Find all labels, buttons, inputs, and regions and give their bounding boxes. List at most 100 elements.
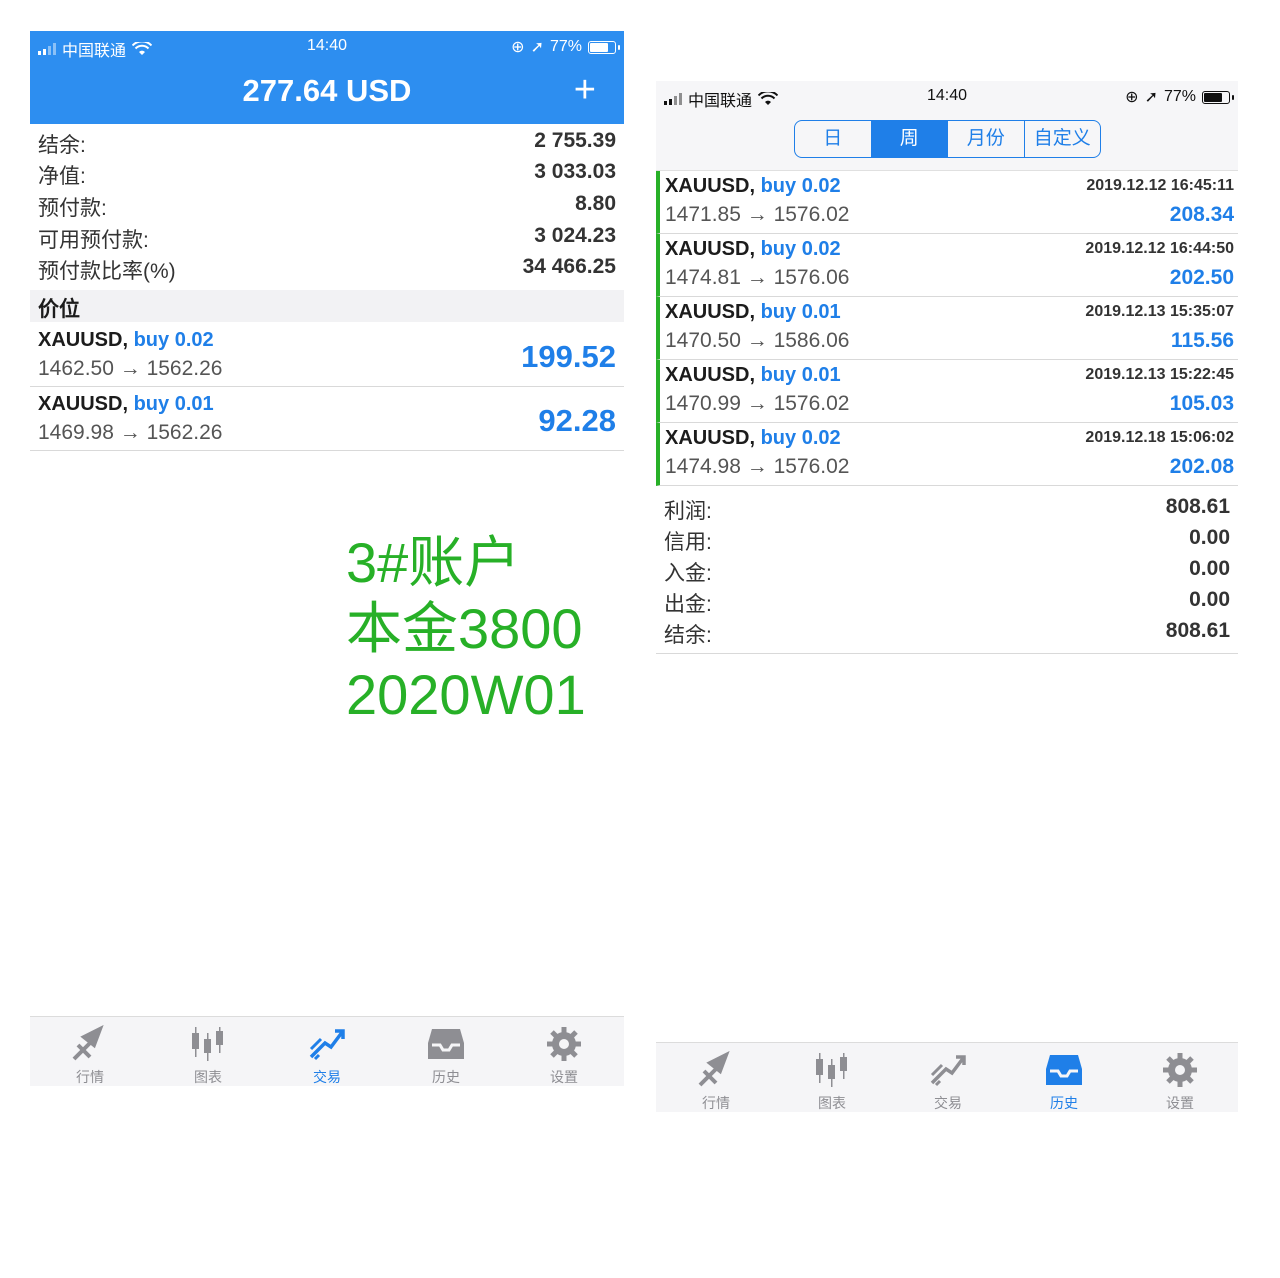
deal-profit: 208.34 xyxy=(1169,203,1234,226)
tab-label: 图表 xyxy=(194,1069,222,1085)
deal-symbol: XAUUSD, xyxy=(665,364,756,386)
segment-month[interactable]: 月份 xyxy=(947,121,1024,157)
tab-history[interactable]: 历史 xyxy=(386,1017,506,1087)
summary-row-deposit: 入金: 0.00 xyxy=(656,555,1238,586)
chart-icon xyxy=(816,1053,847,1087)
tab-label: 行情 xyxy=(76,1069,104,1085)
segment-week[interactable]: 周 xyxy=(870,121,947,157)
tab-label: 历史 xyxy=(1050,1095,1078,1111)
summary-row-profit: 利润: 808.61 xyxy=(656,493,1238,524)
tab-settings[interactable]: 设置 xyxy=(1120,1043,1240,1113)
tab-label: 设置 xyxy=(1166,1095,1194,1111)
account-row-free-margin: 可用预付款: 3 024.23 xyxy=(30,222,624,253)
tab-bar: 行情 图表 交易 历史 设置 xyxy=(30,1016,624,1086)
location-icon: ➚ xyxy=(1144,89,1158,106)
account-row-balance: 结余: 2 755.39 xyxy=(30,127,624,158)
quotes-icon xyxy=(72,1025,104,1061)
summary-divider xyxy=(656,653,1238,654)
tab-history[interactable]: 历史 xyxy=(1004,1043,1124,1113)
summary-label: 结余: xyxy=(664,624,712,647)
tab-bar: 行情 图表 交易 历史 设置 xyxy=(656,1042,1238,1112)
position-symbol-line: XAUUSD, buy 0.01 xyxy=(38,393,214,416)
tab-trade[interactable]: 交易 xyxy=(888,1043,1008,1113)
deal-symbol-line: XAUUSD, buy 0.01 xyxy=(665,301,841,324)
tab-label: 图表 xyxy=(818,1095,846,1111)
deal-time: 2019.12.13 15:22:45 xyxy=(1085,366,1234,383)
account-label: 净值: xyxy=(38,165,86,188)
location-icon: ➚ xyxy=(530,39,544,56)
tab-chart[interactable]: 图表 xyxy=(148,1017,268,1087)
deal-time: 2019.12.12 16:44:50 xyxy=(1085,240,1234,257)
position-side: buy 0.01 xyxy=(133,393,214,415)
deal-prices: 1474.98 → 1576.02 xyxy=(665,455,850,478)
history-header: 中国联通 14:40 ⊕ ➚ 77% 日 周 月份 自定义 xyxy=(656,81,1238,171)
segment-custom[interactable]: 自定义 xyxy=(1023,121,1101,157)
account-value: 2 755.39 xyxy=(534,129,616,152)
deal-side: buy 0.01 xyxy=(760,364,841,386)
summary-label: 信用: xyxy=(664,531,712,554)
period-segmented-control: 日 周 月份 自定义 xyxy=(794,120,1101,158)
account-value: 8.80 xyxy=(575,192,616,215)
tab-chart[interactable]: 图表 xyxy=(772,1043,892,1113)
gear-icon xyxy=(547,1027,581,1061)
battery-percent: 77% xyxy=(1163,88,1196,105)
deal-side: buy 0.01 xyxy=(760,301,841,323)
trade-icon xyxy=(309,1029,345,1061)
positions-section-header: 价位 xyxy=(30,290,624,322)
summary-value: 0.00 xyxy=(1189,588,1230,611)
position-row[interactable]: XAUUSD, buy 0.01 1469.98 → 1562.26 92.28 xyxy=(30,387,624,451)
account-note-line: 本金3800 xyxy=(346,597,583,660)
position-symbol-line: XAUUSD, buy 0.02 xyxy=(38,329,214,352)
summary-label: 入金: xyxy=(664,562,712,585)
deal-row[interactable]: XAUUSD, buy 0.01 1470.99 → 1576.02 2019.… xyxy=(656,360,1238,423)
position-row[interactable]: XAUUSD, buy 0.02 1462.50 → 1562.26 199.5… xyxy=(30,323,624,387)
deal-symbol-line: XAUUSD, buy 0.02 xyxy=(665,175,841,198)
tab-quotes[interactable]: 行情 xyxy=(30,1017,150,1087)
deal-row[interactable]: XAUUSD, buy 0.02 1474.98 → 1576.02 2019.… xyxy=(656,423,1238,486)
account-note: 3#账户 本金3800 2020W01 xyxy=(346,530,586,728)
summary-value: 0.00 xyxy=(1189,526,1230,549)
tab-quotes[interactable]: 行情 xyxy=(656,1043,776,1113)
deal-prices: 1474.81 → 1576.06 xyxy=(665,266,850,289)
summary-row-credit: 信用: 0.00 xyxy=(656,524,1238,555)
deal-prices: 1470.99 → 1576.02 xyxy=(665,392,850,415)
tab-label: 行情 xyxy=(702,1095,730,1111)
tab-settings[interactable]: 设置 xyxy=(504,1017,624,1087)
account-label: 结余: xyxy=(38,134,86,157)
deal-profit: 105.03 xyxy=(1169,392,1234,415)
segment-day[interactable]: 日 xyxy=(795,121,871,157)
gear-icon xyxy=(1163,1053,1197,1087)
account-row-margin-level: 预付款比率(%) 34 466.25 xyxy=(30,253,624,284)
orientation-lock-icon: ⊕ xyxy=(1125,89,1139,106)
summary-row-balance: 结余: 808.61 xyxy=(656,617,1238,648)
history-icon xyxy=(428,1029,464,1059)
tab-trade[interactable]: 交易 xyxy=(267,1017,387,1087)
deal-time: 2019.12.13 15:35:07 xyxy=(1085,303,1234,320)
status-bar: 中国联通 14:40 ⊕ ➚ 77% xyxy=(656,81,1238,111)
account-label: 可用预付款: xyxy=(38,229,149,252)
tab-label: 历史 xyxy=(432,1069,460,1085)
deal-row[interactable]: XAUUSD, buy 0.02 1471.85 → 1576.02 2019.… xyxy=(656,171,1238,234)
account-value: 3 033.03 xyxy=(534,160,616,183)
orientation-lock-icon: ⊕ xyxy=(511,39,525,56)
new-order-button[interactable]: + xyxy=(574,71,596,109)
deal-profit: 202.50 xyxy=(1169,266,1234,289)
deal-profit: 115.56 xyxy=(1170,329,1234,352)
trade-header: 中国联通 14:40 ⊕ ➚ 77% 277.64 USD + xyxy=(30,31,624,124)
account-label: 预付款: xyxy=(38,197,107,220)
chart-icon xyxy=(192,1027,223,1061)
tab-label: 设置 xyxy=(550,1069,578,1085)
deal-side: buy 0.02 xyxy=(760,427,841,449)
deal-side: buy 0.02 xyxy=(760,175,841,197)
equity-title: 277.64 USD xyxy=(242,73,412,108)
deal-symbol: XAUUSD, xyxy=(665,238,756,260)
position-profit: 199.52 xyxy=(521,339,616,374)
deal-row[interactable]: XAUUSD, buy 0.01 1470.50 → 1586.06 2019.… xyxy=(656,297,1238,360)
account-row-margin: 预付款: 8.80 xyxy=(30,190,624,221)
deal-row[interactable]: XAUUSD, buy 0.02 1474.81 → 1576.06 2019.… xyxy=(656,234,1238,297)
deal-symbol: XAUUSD, xyxy=(665,175,756,197)
summary-value: 808.61 xyxy=(1165,619,1230,642)
summary-value: 808.61 xyxy=(1165,495,1230,518)
deal-prices: 1471.85 → 1576.02 xyxy=(665,203,850,226)
summary-label: 利润: xyxy=(664,500,712,523)
